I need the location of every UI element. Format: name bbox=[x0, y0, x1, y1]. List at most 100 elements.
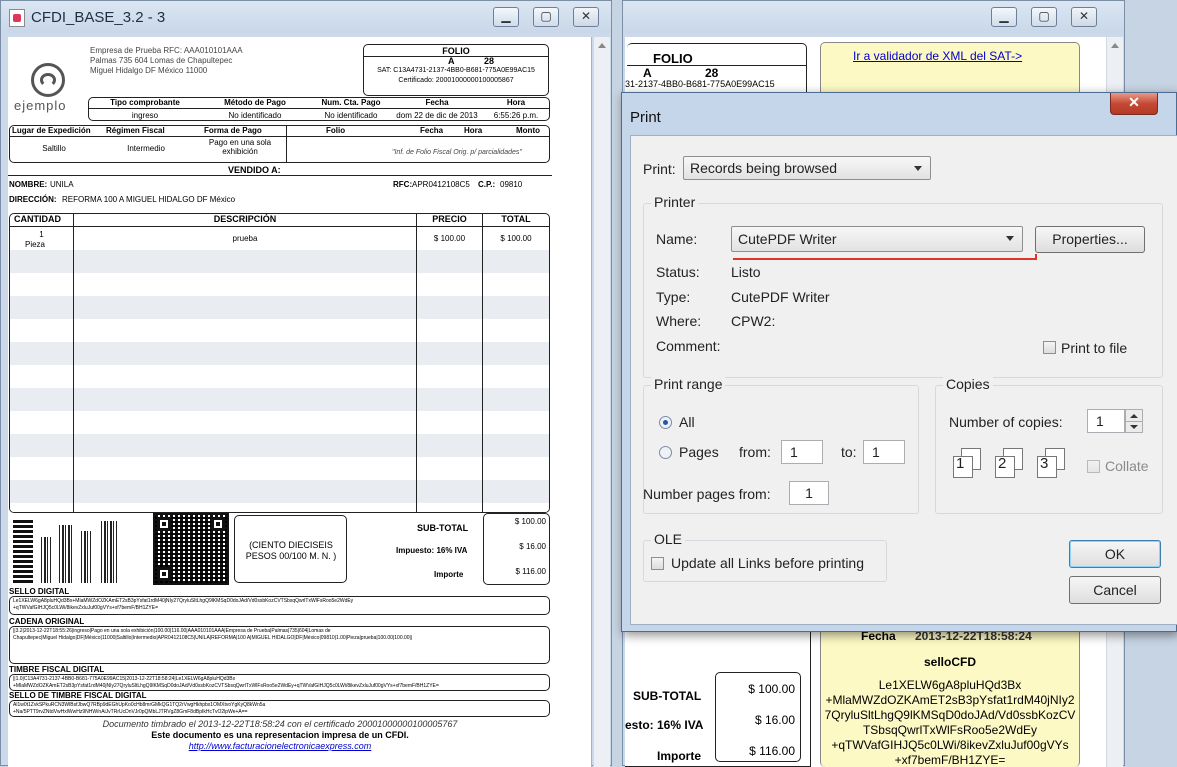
right-subtotal-value: $ 100.00 bbox=[748, 682, 795, 696]
num-copies-spinner[interactable] bbox=[1125, 409, 1143, 433]
scroll-up-arrow-icon[interactable] bbox=[1111, 43, 1119, 48]
subtotal-value: $ 100.00 bbox=[514, 517, 546, 526]
print-scope-label: Print: bbox=[643, 161, 676, 177]
sello-cfd-line3: 7QryluSltLhgQ9lKMSqD0doJAd/Vd0ssbKozCV bbox=[824, 708, 1076, 722]
header1-label-2: Num. Cta. Pago bbox=[321, 98, 381, 107]
header1-value-3: dom 22 de dic de 2013 bbox=[396, 111, 478, 120]
range-all-radio[interactable] bbox=[659, 416, 672, 429]
printer-name-select[interactable]: CutePDF Writer bbox=[731, 226, 1023, 252]
maximize-button[interactable]: ▢ bbox=[1031, 7, 1057, 27]
spinner-up-icon[interactable] bbox=[1130, 414, 1138, 418]
update-links-checkbox[interactable] bbox=[651, 557, 664, 570]
logo-icon bbox=[40, 73, 56, 87]
direccion-label: DIRECCIÓN: bbox=[9, 195, 57, 204]
document-window: CFDI_BASE_3.2 - 3 ▁ ▢ ✕ ejemplo Empresa … bbox=[0, 0, 612, 767]
where-label: Where: bbox=[656, 313, 702, 329]
folio-sat-uuid: SAT: C13A4731-2137-4BB0-B681-775A0E99AC1… bbox=[377, 67, 535, 74]
timbre-line2: +MlaMWZdOZKAmET2sB3pYsfat1rdM40jNIy27Qry… bbox=[13, 683, 439, 689]
from-label: from: bbox=[739, 444, 771, 460]
folio-cert: Certificado: 20001000000100005867 bbox=[398, 77, 514, 84]
spinner-down-icon[interactable] bbox=[1130, 425, 1138, 429]
right-folio-serie: A bbox=[643, 66, 652, 80]
validator-link[interactable]: Ir a validador de XML del SAT-> bbox=[853, 49, 1022, 63]
sello-digital-line1: Le1XELW6gA8pluHQd3Bx+MlaMWZdOZKAmET2sB3p… bbox=[13, 598, 354, 604]
chevron-down-icon bbox=[1006, 236, 1014, 241]
header1-value-4: 6:55:26 p.m. bbox=[493, 111, 539, 120]
right-importe-label: Importe bbox=[657, 749, 702, 763]
right-importe-value: $ 116.00 bbox=[749, 744, 795, 758]
sello-digital-line2: +qTWVafGIHJQ5c0LWi/8ikevZxluJuf00gVYs+xf… bbox=[13, 605, 159, 611]
filemaker-file-icon bbox=[9, 9, 25, 27]
cadena-original-box: ||3.2|2013-12-22T18:55:26|ingreso|Pago e… bbox=[9, 626, 550, 664]
to-input[interactable]: 1 bbox=[863, 440, 905, 464]
header1-value-2: No identificado bbox=[324, 111, 378, 120]
close-button[interactable]: ✕ bbox=[573, 7, 599, 27]
header1-label-1: Método de Pago bbox=[224, 98, 286, 107]
header1-value-1: No identificado bbox=[228, 111, 282, 120]
nombre-value: UNILA bbox=[50, 180, 74, 189]
num-copies-input[interactable]: 1 bbox=[1087, 409, 1125, 433]
right-folio-number: 28 bbox=[705, 66, 719, 80]
cp-label: C.P.: bbox=[478, 180, 496, 189]
maximize-button[interactable]: ▢ bbox=[533, 7, 559, 27]
print-to-file-checkbox[interactable] bbox=[1043, 341, 1056, 354]
dialog-close-button[interactable]: ✕ bbox=[1110, 93, 1158, 115]
importe-value: $ 116.00 bbox=[515, 567, 546, 576]
print-dialog: Print ✕ Print: Records being browsed Pri… bbox=[621, 92, 1177, 632]
range-pages-radio[interactable] bbox=[659, 446, 672, 459]
header2-label-6: Monto bbox=[516, 126, 540, 135]
sello-cfd-line5: +qTWVafGIHJQ5c0LWi/8ikevZxluJuf00gVYs bbox=[831, 738, 1069, 752]
copies-group-label: Copies bbox=[943, 376, 993, 392]
rfc-value: APR0412108C5 bbox=[412, 180, 470, 189]
cancel-button[interactable]: Cancel bbox=[1069, 576, 1161, 604]
iva-value: $ 16.00 bbox=[519, 542, 546, 551]
qr-code-icon bbox=[153, 513, 229, 585]
header1-label-4: Hora bbox=[506, 98, 526, 107]
print-scope-select[interactable]: Records being browsed bbox=[683, 156, 931, 180]
sello-cfd-line4: TSbsqQwrlTxWlFsRoo5e2WdEy bbox=[862, 723, 1038, 737]
right-iva-value: $ 16.00 bbox=[754, 713, 795, 727]
document-window-title: CFDI_BASE_3.2 - 3 bbox=[31, 9, 166, 26]
range-pages-label[interactable]: Pages bbox=[679, 444, 719, 460]
right-folio-uuid: 31-2137-4BB0-B681-775A0E99AC15 bbox=[625, 79, 775, 89]
ok-button[interactable]: OK bbox=[1069, 540, 1161, 568]
timbre-fiscal-title: TIMBRE FISCAL DIGITAL bbox=[9, 665, 105, 674]
comment-label: Comment: bbox=[656, 338, 721, 354]
browse-window-titlebar[interactable]: ▁ ▢ ✕ bbox=[623, 1, 1124, 33]
barcode-stamp bbox=[11, 517, 125, 587]
minimize-button[interactable]: ▁ bbox=[493, 7, 519, 27]
header1-value-0: ingreso bbox=[131, 111, 159, 120]
right-iva-label: esto: 16% IVA bbox=[625, 718, 704, 732]
close-button[interactable]: ✕ bbox=[1071, 7, 1097, 27]
scroll-up-arrow-icon[interactable] bbox=[598, 43, 606, 48]
sello-timbre-line1: Al1w0t1ZvkSPkuRCN3WlBsfJbwQ7RBp9dEGhUpKo… bbox=[13, 702, 266, 708]
print-scope-value: Records being browsed bbox=[690, 160, 838, 176]
minimize-button[interactable]: ▁ bbox=[991, 7, 1017, 27]
range-all-label[interactable]: All bbox=[679, 414, 695, 430]
cadena-line2: Chapultepec|Miguel Hidalgo|DF|México|110… bbox=[13, 635, 413, 641]
sello-cfd-line1: Le1XELW6gA8pluHQd3Bx bbox=[878, 678, 1022, 692]
number-pages-label: Number pages from: bbox=[643, 486, 771, 502]
header2-label-2: Forma de Pago bbox=[204, 126, 262, 135]
document-window-titlebar[interactable]: CFDI_BASE_3.2 - 3 ▁ ▢ ✕ bbox=[1, 1, 611, 33]
item-descripcion: prueba bbox=[232, 234, 258, 243]
header2-label-1: Régimen Fiscal bbox=[106, 126, 165, 135]
num-copies-label: Number of copies: bbox=[949, 414, 1063, 430]
company-logo bbox=[31, 63, 65, 97]
from-input[interactable]: 1 bbox=[781, 440, 823, 464]
document-scrollbar[interactable] bbox=[593, 37, 610, 767]
header2-label-4: Fecha bbox=[420, 126, 444, 135]
properties-button[interactable]: Properties... bbox=[1035, 226, 1145, 253]
footer-link[interactable]: http://www.facturacionelectronicaexpress… bbox=[8, 741, 552, 751]
close-x-icon: ✕ bbox=[1128, 94, 1140, 110]
col-precio: PRECIO bbox=[432, 214, 467, 224]
header2-label-0: Lugar de Expedición bbox=[12, 126, 91, 135]
number-pages-input[interactable]: 1 bbox=[789, 481, 829, 505]
update-links-label[interactable]: Update all Links before printing bbox=[671, 555, 864, 571]
printer-name-value: CutePDF Writer bbox=[738, 231, 837, 247]
invoice-page: ejemplo Empresa de Prueba RFC: AAA010101… bbox=[8, 37, 592, 767]
folio-label: FOLIO bbox=[442, 46, 470, 56]
print-to-file-label[interactable]: Print to file bbox=[1061, 340, 1127, 356]
issuer-address1: Palmas 735 604 Lomas de Chapultepec bbox=[90, 56, 233, 65]
parcialidades-note: "Inf. de Folio Fiscal Orig. p/ parcialid… bbox=[392, 149, 522, 156]
